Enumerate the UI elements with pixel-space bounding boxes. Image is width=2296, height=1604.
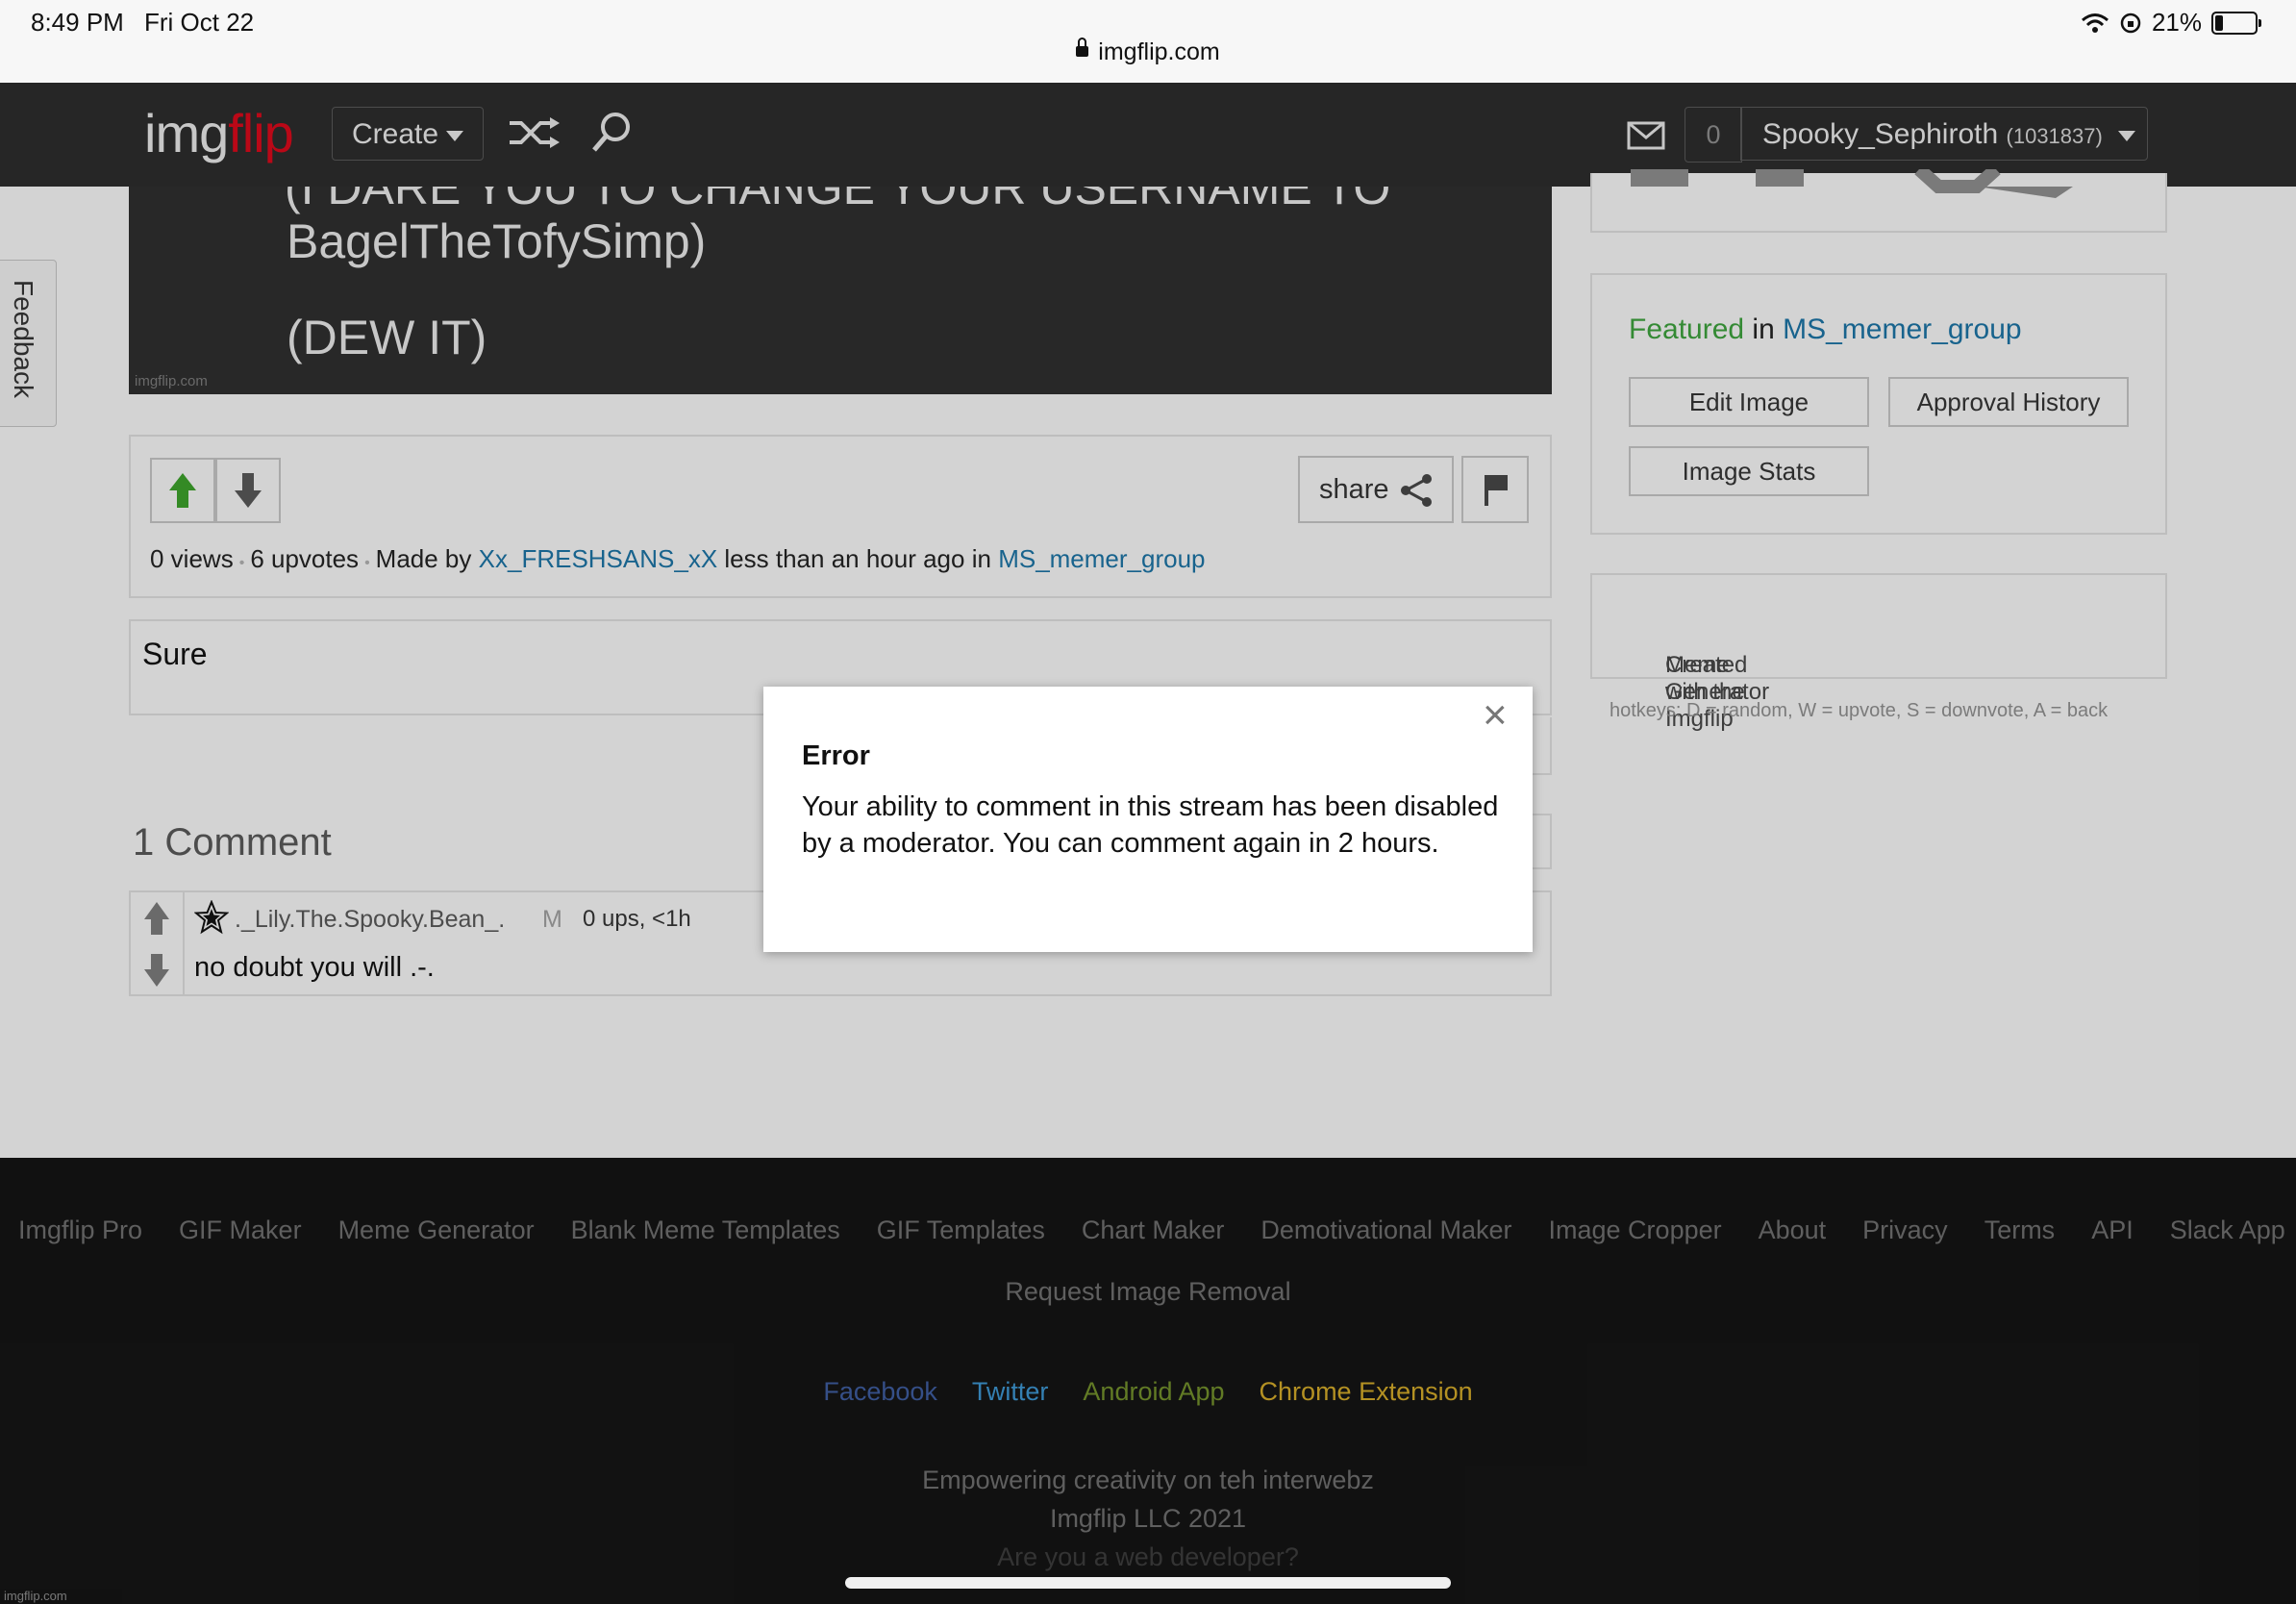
close-icon[interactable]: × [1483, 694, 1508, 737]
dialog-title: Error [802, 740, 870, 771]
lock-icon [1076, 37, 1089, 57]
wifi-icon [2081, 13, 2109, 33]
status-bar: 8:49 PM Fri Oct 22 imgflip.com 21% [0, 0, 2296, 83]
battery-icon [2211, 11, 2261, 35]
error-dialog: × Error Your ability to comment in this … [763, 687, 1533, 952]
home-indicator[interactable] [845, 1577, 1451, 1589]
dialog-message: Your ability to comment in this stream h… [802, 791, 1499, 859]
status-time: 8:49 PM [31, 8, 124, 37]
url-text: imgflip.com [1098, 38, 1220, 65]
address-bar[interactable]: imgflip.com [0, 37, 2296, 66]
status-date: Fri Oct 22 [144, 8, 255, 37]
status-indicators: 21% [2081, 8, 2261, 38]
orientation-lock-icon [2120, 13, 2141, 33]
battery-percent: 21% [2151, 8, 2202, 37]
